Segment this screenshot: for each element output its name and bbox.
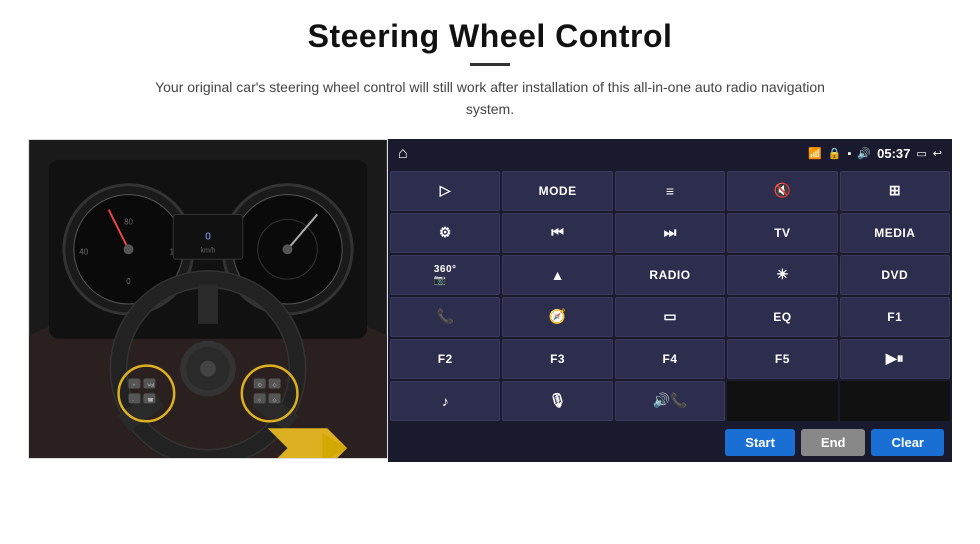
eject-btn[interactable]: ▲ <box>502 255 612 295</box>
next-btn[interactable]: ⏭ <box>615 213 725 253</box>
svg-text:80: 80 <box>124 217 133 226</box>
empty-btn-1 <box>727 381 837 421</box>
svg-text:0: 0 <box>126 277 131 286</box>
bottom-bar: Start End Clear <box>388 423 952 462</box>
svg-text:◇: ◇ <box>273 382 277 388</box>
media-btn[interactable]: MEDIA <box>840 213 950 253</box>
wifi-icon: 📶 <box>808 147 822 160</box>
title-divider <box>470 63 510 66</box>
car-image: 80 0 40 120 0 km/h <box>28 139 388 459</box>
music-icon: ♪ <box>442 393 449 409</box>
status-bar-right: 📶 🔒 ▪ 🔊 05:37 ▭ ↩ <box>808 146 942 161</box>
gps-btn[interactable]: 🧭 <box>502 297 612 337</box>
svg-text:+: + <box>132 383 135 388</box>
mute-icon: 🔇 <box>774 182 791 199</box>
settings-icon: ⚙ <box>439 224 452 241</box>
tv-btn[interactable]: TV <box>727 213 837 253</box>
bt-icon: 🔊 <box>857 147 871 160</box>
vol-phone-btn[interactable]: 🔊📞 <box>615 381 725 421</box>
f2-btn[interactable]: F2 <box>390 339 500 379</box>
mic-btn[interactable]: 🎙 <box>502 381 612 421</box>
empty-btn-2 <box>840 381 950 421</box>
window-icon: ▭ <box>663 308 676 325</box>
list-icon: ≡ <box>666 183 674 199</box>
header-section: Steering Wheel Control Your original car… <box>0 0 980 131</box>
svg-text:km/h: km/h <box>200 247 215 254</box>
lock-icon: 🔒 <box>828 147 842 160</box>
vol-phone-icon: 🔊📞 <box>653 392 688 409</box>
control-grid: ▷ MODE ≡ 🔇 ⊞ ⚙ ⏮ <box>388 169 952 423</box>
home-icon[interactable]: ⌂ <box>398 145 408 163</box>
phone-btn[interactable]: 📞 <box>390 297 500 337</box>
radio-btn[interactable]: RADIO <box>615 255 725 295</box>
window-btn[interactable]: ▭ <box>615 297 725 337</box>
dvd-btn[interactable]: DVD <box>840 255 950 295</box>
f3-btn[interactable]: F3 <box>502 339 612 379</box>
f1-btn[interactable]: F1 <box>840 297 950 337</box>
control-panel: ⌂ 📶 🔒 ▪ 🔊 05:37 ▭ ↩ ▷ MODE <box>388 139 952 462</box>
status-bar: ⌂ 📶 🔒 ▪ 🔊 05:37 ▭ ↩ <box>388 139 952 169</box>
gps-icon: 🧭 <box>549 308 566 325</box>
back-icon: ↩ <box>933 147 942 160</box>
svg-text:0: 0 <box>205 231 211 242</box>
svg-text:☎: ☎ <box>147 397 153 403</box>
subtitle: Your original car's steering wheel contr… <box>150 76 830 121</box>
prev-icon: ⏮ <box>551 224 564 241</box>
eq-btn[interactable]: EQ <box>727 297 837 337</box>
svg-text:40: 40 <box>79 247 88 256</box>
prev-btn[interactable]: ⏮ <box>502 213 612 253</box>
music-btn[interactable]: ♪ <box>390 381 500 421</box>
status-time: 05:37 <box>877 146 910 161</box>
mic-icon: 🎙 <box>549 392 567 409</box>
phone-icon: 📞 <box>436 308 453 325</box>
page-wrapper: Steering Wheel Control Your original car… <box>0 0 980 544</box>
brightness-icon: ☀ <box>776 266 789 283</box>
screen-icon: ▭ <box>916 147 926 160</box>
apps-icon: ⊞ <box>889 182 901 199</box>
f5-btn[interactable]: F5 <box>727 339 837 379</box>
mute-btn[interactable]: 🔇 <box>727 171 837 211</box>
content-section: 80 0 40 120 0 km/h <box>0 139 980 462</box>
nav-btn[interactable]: ▷ <box>390 171 500 211</box>
svg-text:○: ○ <box>258 398 261 403</box>
svg-text:⊙: ⊙ <box>258 382 262 388</box>
next-icon: ⏭ <box>664 224 677 241</box>
page-title: Steering Wheel Control <box>40 18 940 55</box>
f4-btn[interactable]: F4 <box>615 339 725 379</box>
sd-icon: ▪ <box>848 148 852 160</box>
playpause-btn[interactable]: ▶⏸ <box>840 339 950 379</box>
settings-btn[interactable]: ⚙ <box>390 213 500 253</box>
end-button[interactable]: End <box>801 429 866 456</box>
svg-text:Vol: Vol <box>147 382 154 388</box>
svg-text:◇: ◇ <box>273 397 277 403</box>
camera360-btn[interactable]: 360°📷 <box>390 255 500 295</box>
list-btn[interactable]: ≡ <box>615 171 725 211</box>
nav-icon: ▷ <box>440 182 451 199</box>
apps-btn[interactable]: ⊞ <box>840 171 950 211</box>
clear-button[interactable]: Clear <box>871 429 944 456</box>
start-button[interactable]: Start <box>725 429 795 456</box>
brightness-btn[interactable]: ☀ <box>727 255 837 295</box>
playpause-icon: ▶⏸ <box>886 350 904 367</box>
mode-btn[interactable]: MODE <box>502 171 612 211</box>
eject-icon: ▲ <box>551 267 565 283</box>
